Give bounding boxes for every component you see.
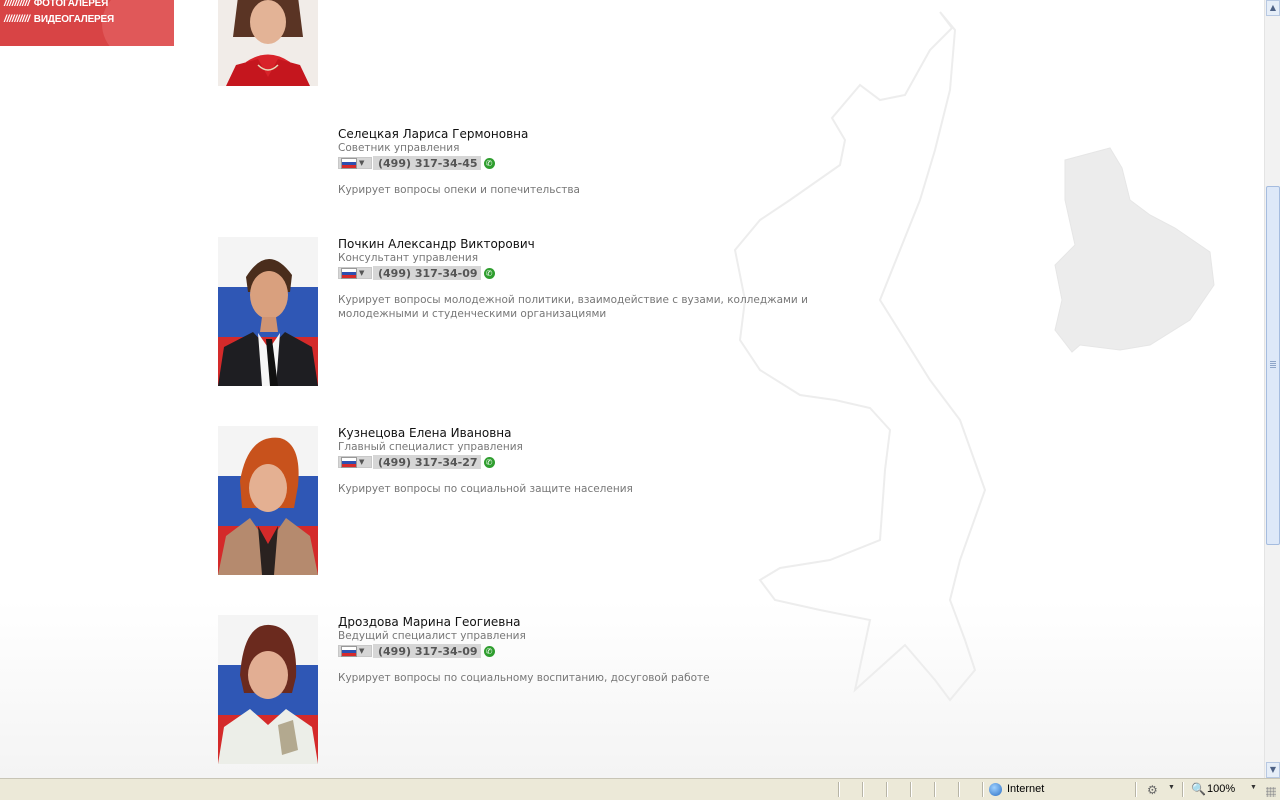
phone-number[interactable]: (499) 317-34-45: [378, 157, 478, 170]
russia-flag-icon: [342, 268, 356, 278]
security-zone-label[interactable]: Internet: [1007, 783, 1044, 795]
phone-widget: ▼ (499) 317-34-09 ✆: [338, 644, 878, 658]
status-separator: [886, 782, 887, 797]
phone-number[interactable]: (499) 317-34-27: [378, 456, 478, 469]
zoom-magnifier-icon[interactable]: 🔍: [1191, 782, 1206, 796]
phone-box: (499) 317-34-45: [373, 156, 481, 170]
call-icon[interactable]: ✆: [483, 456, 495, 468]
phone-box: (499) 317-34-27: [373, 455, 481, 469]
status-separator: [838, 782, 839, 797]
page-viewport: //////////ФОТОГАЛЕРЕЯ //////////ВИДЕОГАЛ…: [0, 0, 1264, 778]
staff-position: Главный специалист управления: [338, 441, 523, 453]
internet-zone-globe-icon: [989, 783, 1002, 796]
staff-name[interactable]: Почкин Александр Викторович: [338, 237, 878, 251]
russia-flag-icon: [342, 646, 356, 656]
media-banner[interactable]: //////////ФОТОГАЛЕРЕЯ //////////ВИДЕОГАЛ…: [0, 0, 174, 46]
staff-photo-previous: [218, 0, 318, 86]
phone-widget: ▼ (499) 317-34-27 ✆: [338, 455, 878, 469]
phone-widget: ▼ (499) 317-34-45 ✆: [338, 156, 878, 170]
staff-description: Курирует вопросы по социальной защите на…: [338, 483, 633, 495]
dropdown-arrow-icon: ▼: [359, 269, 365, 277]
country-selector[interactable]: ▼: [338, 645, 372, 657]
video-gallery-link[interactable]: //////////ВИДЕОГАЛЕРЕЯ: [4, 14, 114, 25]
phone-widget: ▼ (499) 317-34-09 ✆: [338, 266, 878, 280]
staff-name[interactable]: Дроздова Марина Геогиевна: [338, 615, 878, 629]
status-separator: [958, 782, 959, 797]
phone-number[interactable]: (499) 317-34-09: [378, 267, 478, 280]
phone-number[interactable]: (499) 317-34-09: [378, 645, 478, 658]
zoom-level[interactable]: 100%: [1207, 783, 1235, 795]
dropdown-arrow-icon[interactable]: ▼: [1168, 784, 1175, 791]
staff-photo: [218, 237, 318, 386]
phone-box: (499) 317-34-09: [373, 644, 481, 658]
staff-description: Курирует вопросы по социальному воспитан…: [338, 672, 710, 684]
status-separator: [982, 782, 983, 797]
country-selector[interactable]: ▼: [338, 157, 372, 169]
staff-photo: [218, 615, 318, 764]
russia-flag-icon: [342, 457, 356, 467]
status-separator: [1182, 782, 1183, 797]
scroll-down-button[interactable]: ▼: [1266, 762, 1280, 778]
staff-photo: [218, 426, 318, 575]
country-selector[interactable]: ▼: [338, 267, 372, 279]
staff-position: Консультант управления: [338, 252, 479, 264]
call-icon[interactable]: ✆: [483, 157, 495, 169]
status-separator: [934, 782, 935, 797]
vertical-scrollbar[interactable]: ▲ ▼: [1264, 0, 1280, 778]
zoom-dropdown-icon[interactable]: ▼: [1250, 784, 1257, 791]
browser-status-bar: Internet ⚙ ▼ 🔍 100% ▼: [0, 778, 1280, 800]
status-separator: [862, 782, 863, 797]
staff-name[interactable]: Кузнецова Елена Ивановна: [338, 426, 878, 440]
dropdown-arrow-icon: ▼: [359, 647, 365, 655]
staff-description: Курирует вопросы молодежной политики, вз…: [338, 294, 808, 320]
call-icon[interactable]: ✆: [483, 645, 495, 657]
dropdown-arrow-icon: ▼: [359, 159, 365, 167]
scroll-thumb[interactable]: [1266, 186, 1280, 545]
staff-name[interactable]: Селецкая Лариса Гермоновна: [338, 127, 878, 141]
staff-description: Курирует вопросы опеки и попечительства: [338, 184, 580, 196]
protected-mode-icon[interactable]: ⚙: [1147, 783, 1158, 797]
call-icon[interactable]: ✆: [483, 267, 495, 279]
staff-position: Ведущий специалист управления: [338, 630, 526, 642]
status-separator: [910, 782, 911, 797]
staff-position: Советник управления: [338, 142, 460, 154]
photo-gallery-link[interactable]: //////////ФОТОГАЛЕРЕЯ: [4, 0, 108, 9]
dropdown-arrow-icon: ▼: [359, 458, 365, 466]
russia-flag-icon: [342, 158, 356, 168]
country-selector[interactable]: ▼: [338, 456, 372, 468]
scroll-up-button[interactable]: ▲: [1266, 0, 1280, 16]
status-separator: [1135, 782, 1136, 797]
resize-grip-icon[interactable]: [1266, 787, 1276, 797]
phone-box: (499) 317-34-09: [373, 266, 481, 280]
